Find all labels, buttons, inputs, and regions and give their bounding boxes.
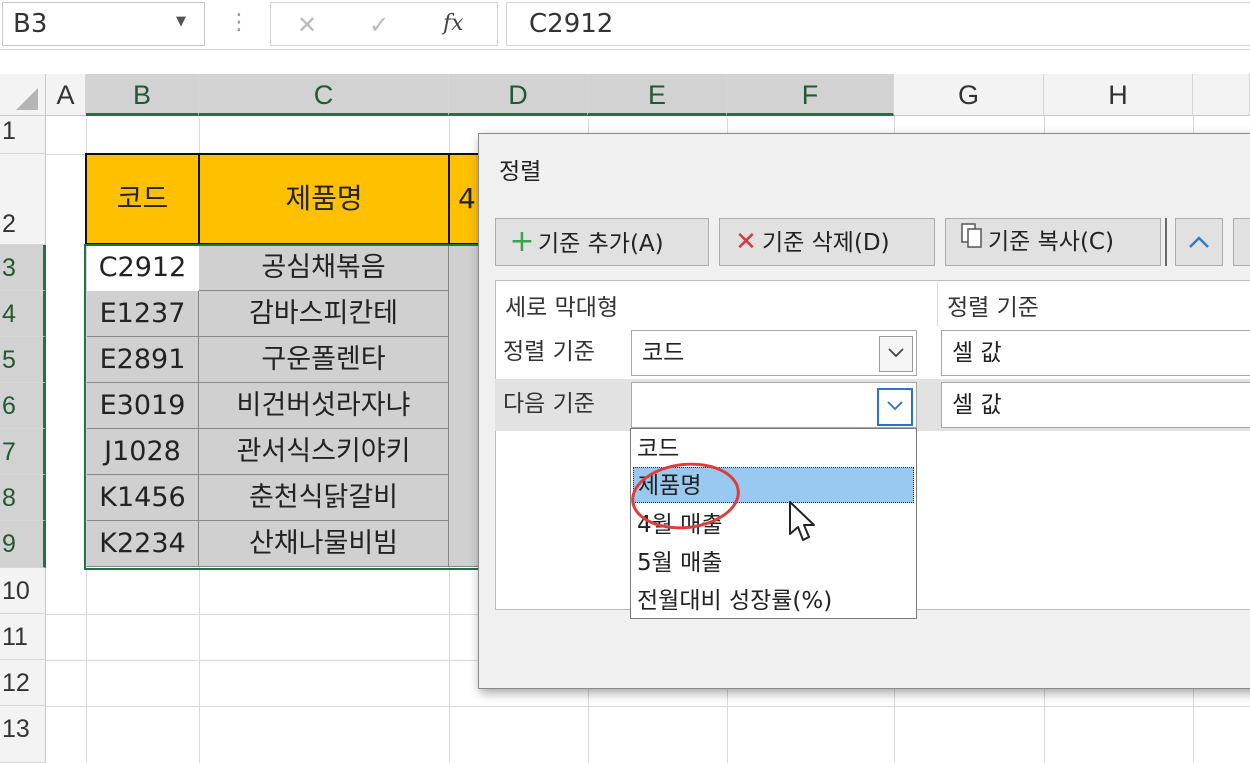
column-header-f[interactable]: F [727,74,894,116]
plus-icon: + [509,224,535,259]
table-cell[interactable]: E1237 [87,291,199,337]
row-header-12[interactable]: 12 [0,660,46,706]
formula-input[interactable]: C2912 [506,2,1250,46]
column-header-a[interactable]: A [46,74,86,116]
table-cell[interactable]: 산채나물비빔 [199,521,449,567]
dropdown-option[interactable]: 5월 매출 [633,545,914,581]
grid-gap [0,50,1250,74]
sort-by-column-select[interactable]: 코드 [631,330,917,376]
add-level-button[interactable]: + 기준 추가(A) [495,218,709,266]
table-cell[interactable]: 춘천식닭갈비 [199,475,449,521]
level-label: 다음 기준 [503,391,595,417]
dropdown-option[interactable]: 전월대비 성장률(%) [633,583,914,619]
row-header-11[interactable]: 11 [0,614,46,660]
formula-buttons: ✕ ✓ fx [270,2,498,46]
dialog-title: 정렬 [499,159,542,185]
column-header-b[interactable]: B [86,74,199,116]
row-header-3[interactable]: 3 [0,245,46,291]
column-header-d[interactable]: D [449,74,588,116]
header-separator [937,282,938,326]
up-arrow-icon [1189,236,1209,248]
row-header-9[interactable]: 9 [0,521,46,568]
delete-x-icon: ✕ [735,227,757,257]
add-level-label: 기준 추가(A) [538,231,664,257]
formula-value: C2912 [529,9,614,39]
table-cell[interactable]: 공심채볶음 [199,246,449,291]
table-header-code[interactable]: 코드 [85,153,200,245]
table-header-product[interactable]: 제품명 [198,153,450,245]
column-header-label: 세로 막대형 [505,295,619,321]
dropdown-arrow-icon[interactable]: ▼ [176,14,186,29]
move-down-button[interactable] [1233,218,1250,266]
grid-spacer [86,116,894,119]
row-header-6[interactable]: 6 [0,383,46,429]
table-cell[interactable]: K2234 [87,521,199,567]
chevron-down-icon[interactable] [879,336,913,372]
row-header-5[interactable]: 5 [0,337,46,383]
table-cell[interactable]: K1456 [87,475,199,521]
formula-bar-area: B3 ▼ ⋮ ✕ ✓ fx C2912 [0,0,1250,50]
copy-level-label: 기준 복사(C) [988,229,1114,255]
row-header-10[interactable]: 10 [0,568,46,614]
select-all-button[interactable] [0,74,46,116]
row-header-8[interactable]: 8 [0,475,46,521]
table-cell[interactable]: 구운폴렌타 [199,337,449,383]
function-icon[interactable]: fx [443,11,464,36]
move-up-button[interactable] [1175,218,1223,266]
then-by-column-select[interactable] [631,382,917,428]
row-header-4[interactable]: 4 [0,291,46,337]
column-header-e[interactable]: E [588,74,727,116]
sort-on-select[interactable]: 셀 값 [941,330,1250,376]
sort-on-select[interactable]: 셀 값 [941,382,1250,428]
table-cell[interactable]: J1028 [87,429,199,475]
sort-on-header-label: 정렬 기준 [947,295,1039,321]
copy-level-button[interactable]: 기준 복사(C) [945,218,1161,266]
dropdown-option[interactable]: 코드 [633,431,914,467]
mouse-cursor-icon [789,501,815,541]
select-all-triangle-icon [16,88,38,110]
row-header-13[interactable]: 13 [0,706,46,763]
table-cell[interactable]: 감바스피칸테 [199,291,449,337]
column-header-i[interactable] [1193,74,1250,116]
table-cell[interactable]: 비건버섯라자냐 [199,383,449,429]
cancel-icon[interactable]: ✕ [297,11,317,39]
enter-icon[interactable]: ✓ [369,11,389,39]
toolbar-separator [1165,218,1167,266]
select-value: 셀 값 [952,392,1002,418]
name-box[interactable]: B3 [2,2,205,46]
column-header-c[interactable]: C [199,74,449,116]
drag-handle-icon[interactable]: ⋮ [228,8,250,38]
level-label: 정렬 기준 [503,339,595,365]
table-cell-partial[interactable] [449,246,479,567]
select-value: 코드 [642,340,685,366]
column-header-g[interactable]: G [894,74,1044,116]
table-cell[interactable]: C2912 [87,246,198,290]
select-value: 셀 값 [952,340,1002,366]
delete-level-label: 기준 삭제(D) [762,230,890,256]
copy-icon [956,219,988,265]
row-header-2[interactable]: 2 [0,154,46,245]
table-cell[interactable]: E3019 [87,383,199,429]
table-cell[interactable]: 관서식스키야키 [199,429,449,475]
row-header-7[interactable]: 7 [0,429,46,475]
row-header-1[interactable]: 1 [0,116,46,154]
chevron-down-icon[interactable] [877,388,913,426]
delete-level-button[interactable]: ✕ 기준 삭제(D) [719,218,935,266]
gridline [46,706,1250,707]
column-header-h[interactable]: H [1044,74,1193,116]
name-box-value: B3 [13,9,48,39]
table-cell[interactable]: E2891 [87,337,199,383]
